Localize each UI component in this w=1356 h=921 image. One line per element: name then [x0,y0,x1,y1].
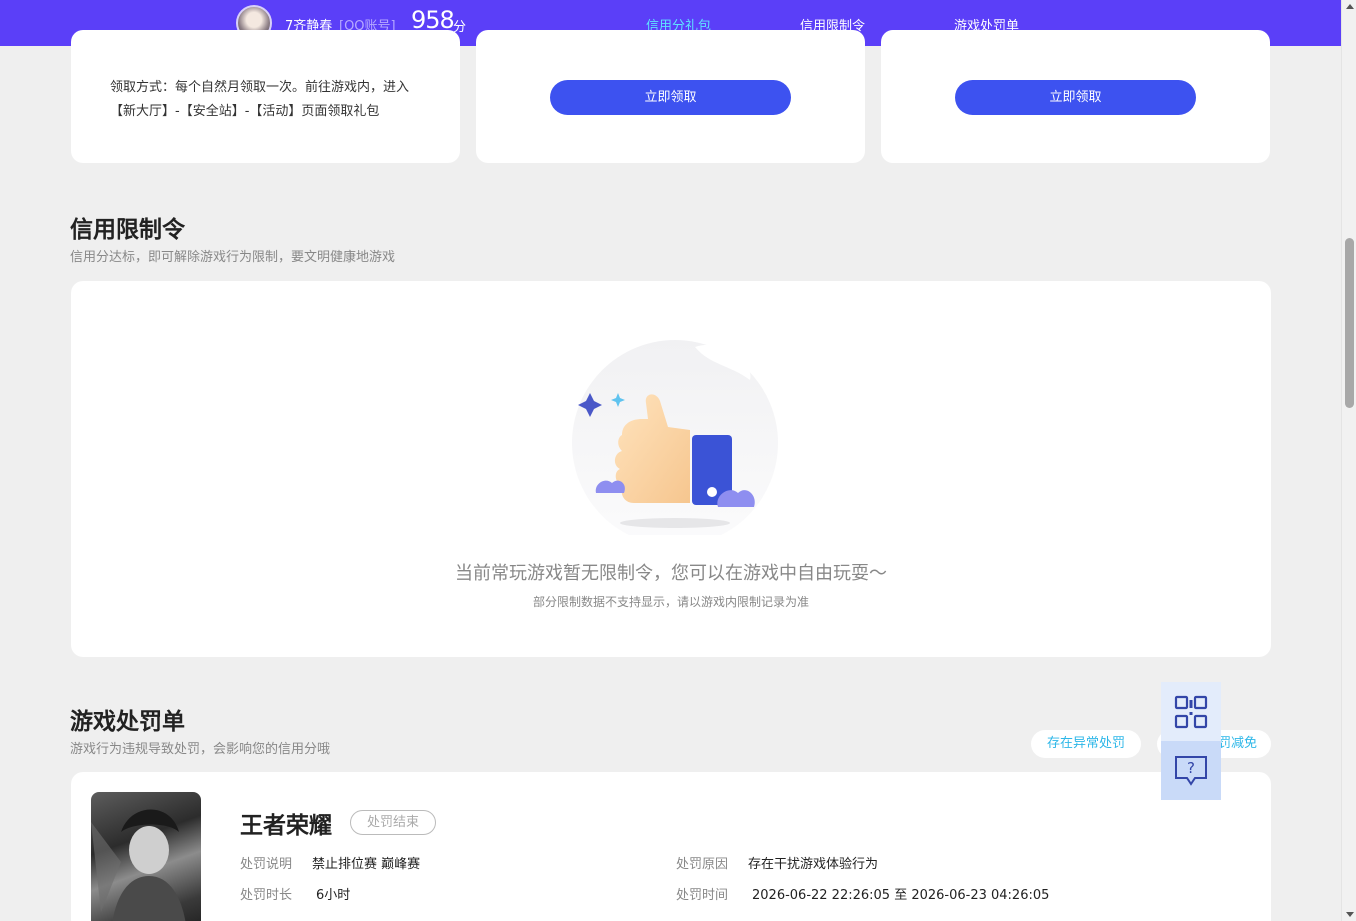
penalty-reason-value: 存在干扰游戏体验行为 [748,857,879,872]
penalty-duration-label: 处罚时长 [240,888,293,903]
penalty-status-badge: 处罚结束 [350,810,436,835]
qr-code-icon [1174,695,1208,728]
floating-tool-panel: ? [1161,682,1221,801]
game-cover-image [91,792,201,921]
claim-button[interactable]: 立即领取 [550,80,791,115]
penalty-duration-value: 6小时 [316,888,351,903]
thumbs-up-illustration [572,340,778,535]
section-subtitle-restriction: 信用分达标，即可解除游戏行为限制，要文明健康地游戏 [70,250,396,265]
claim-button[interactable]: 立即领取 [955,80,1196,115]
empty-restriction-note: 部分限制数据不支持显示，请以游戏内限制记录为准 [532,595,809,609]
penalty-desc-label: 处罚说明 [240,857,293,872]
penalty-time-value: 2026-06-22 22:26:05 至 2026-06-23 04:26:0… [752,888,1050,903]
scroll-down-arrow-icon[interactable] [1346,912,1354,917]
empty-restriction-message: 当前常玩游戏暂无限制令，您可以在游戏中自由玩耍～ [455,563,887,584]
gift-claim-method: 领取方式：每个自然月领取一次。前往游戏内，进入【新大厅】-【安全站】-【活动】页… [110,80,410,119]
section-subtitle-penalty: 游戏行为违规导致处罚，会影响您的信用分哦 [70,742,331,757]
penalty-time-label: 处罚时间 [676,888,729,903]
scroll-up-arrow-icon[interactable] [1346,4,1354,9]
abnormal-penalty-button[interactable]: 存在异常处罚 [1031,730,1141,758]
scrollbar-thumb[interactable] [1345,238,1354,408]
scrollbar[interactable] [1341,0,1356,921]
game-name: 王者荣耀 [240,813,332,839]
help-button[interactable]: ? [1161,741,1221,800]
section-title-restriction: 信用限制令 [70,217,185,243]
help-chat-icon: ? [1175,755,1207,786]
svg-text:?: ? [1187,759,1195,777]
section-title-penalty: 游戏处罚单 [70,709,185,735]
penalty-desc-value: 禁止排位赛 巅峰赛 [312,857,421,872]
penalty-reason-label: 处罚原因 [676,857,729,872]
game-character-art [91,809,186,921]
qr-code-button[interactable] [1161,682,1221,741]
